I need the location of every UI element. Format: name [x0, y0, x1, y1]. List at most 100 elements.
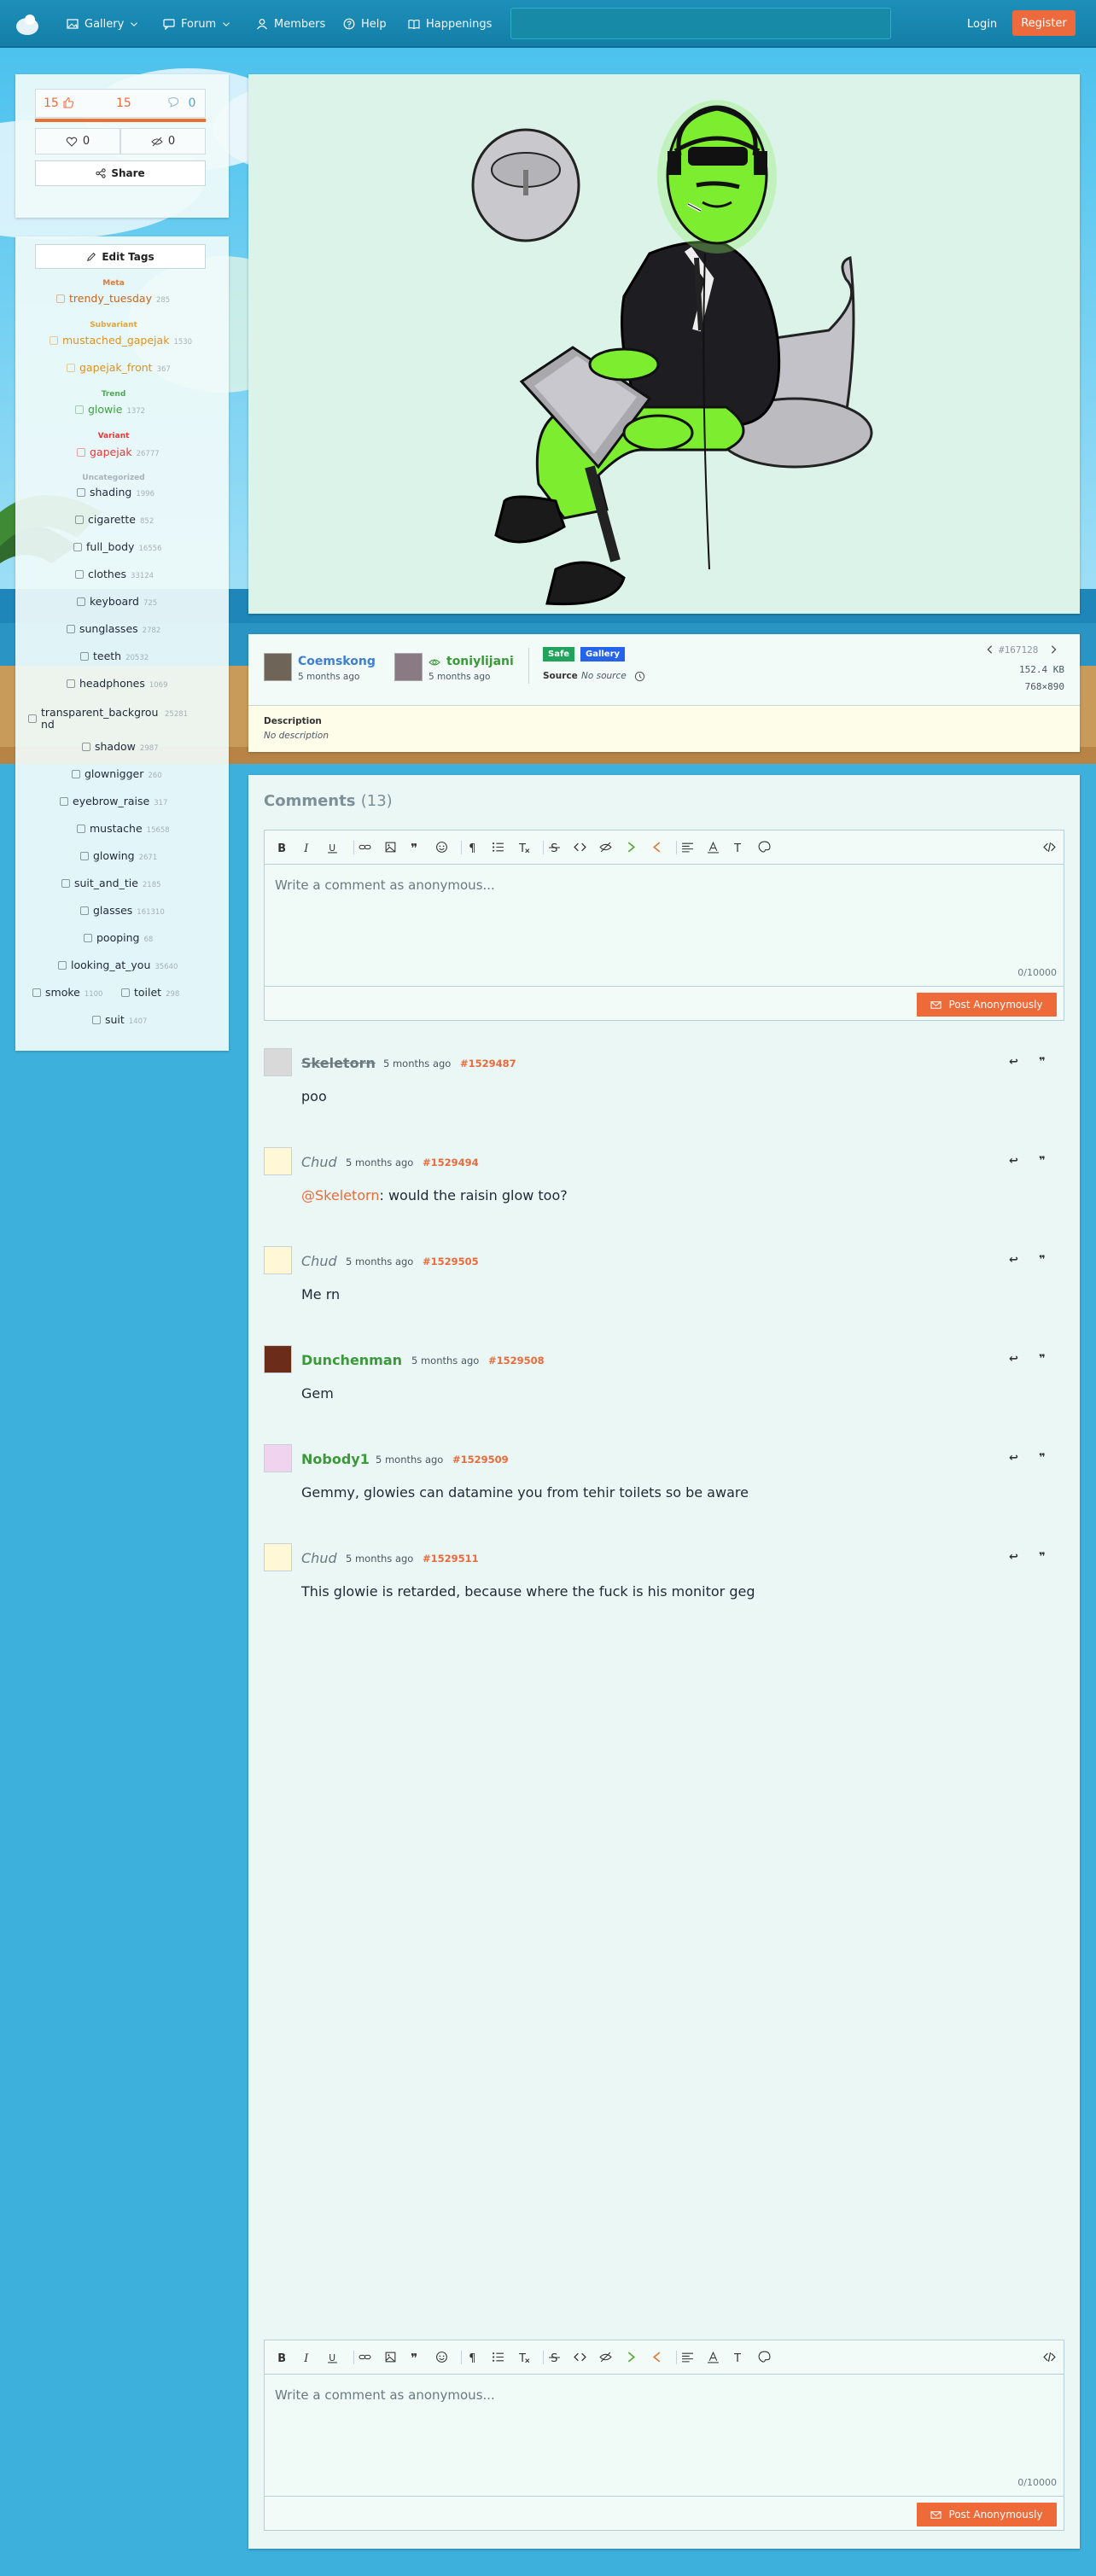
quote-icon[interactable]: ❞ [1039, 1056, 1046, 1069]
underline-icon[interactable]: U [326, 841, 339, 854]
tag-mustached-gapejak[interactable]: mustached_gapejak 1530 [50, 334, 192, 347]
tag-shading[interactable]: shading 1996 [77, 486, 154, 498]
image-icon[interactable] [384, 2351, 397, 2363]
comment-avatar[interactable] [264, 1345, 292, 1373]
greentext-icon[interactable] [625, 2351, 638, 2363]
link-icon[interactable] [359, 841, 371, 854]
nav-happenings[interactable]: Happenings [408, 0, 492, 48]
chevron-left-icon[interactable] [985, 644, 995, 655]
color-picker-icon[interactable] [758, 2351, 771, 2363]
greentext-icon[interactable] [625, 841, 638, 854]
tag-full-body[interactable]: full_body 16556 [73, 540, 161, 553]
align-icon[interactable] [681, 841, 694, 854]
tag-glasses[interactable]: glasses 161310 [80, 904, 165, 917]
favorite-button[interactable]: 0 [35, 128, 120, 154]
reply-icon[interactable]: ↩ [1009, 1551, 1018, 1564]
tag-suit-and-tie[interactable]: suit_and_tie 2185 [61, 877, 161, 889]
tag-toilet[interactable]: toilet 298 [121, 986, 179, 999]
tag-trendy-tuesday[interactable]: trendy_tuesday 285 [56, 292, 170, 305]
comment-author[interactable]: Nobody1 [301, 1451, 370, 1467]
bold-icon[interactable]: B [275, 2351, 288, 2363]
tag-looking-at-you[interactable]: looking_at_you 35640 [58, 959, 178, 971]
artist-name[interactable]: toniylijani [446, 655, 514, 668]
comment-id-link[interactable]: #1529509 [452, 1454, 509, 1466]
share-button[interactable]: Share [35, 160, 206, 186]
uploader-avatar[interactable] [264, 653, 292, 681]
clear-format-icon[interactable]: T [517, 2351, 530, 2363]
comment-textarea[interactable]: Write a comment as anonymous... 0/10000 [265, 865, 1064, 985]
tag-eyebrow-raise[interactable]: eyebrow_raise 317 [60, 795, 167, 807]
quote-icon[interactable]: ❞ [410, 2351, 423, 2363]
login-link[interactable]: Login [967, 12, 997, 36]
comment-id-link[interactable]: #1529487 [460, 1058, 516, 1069]
clear-format-icon[interactable]: T [517, 841, 530, 854]
text-size-icon[interactable]: T [732, 2351, 745, 2363]
comment-avatar[interactable] [264, 1246, 292, 1274]
align-icon[interactable] [681, 2351, 694, 2363]
quote-icon[interactable]: ❞ [410, 841, 423, 854]
nav-members[interactable]: Members [256, 0, 325, 48]
reply-icon[interactable]: ↩ [1009, 1353, 1018, 1366]
tag-mustache[interactable]: mustache 15658 [77, 822, 170, 835]
highlight-icon[interactable] [707, 841, 720, 854]
list-icon[interactable] [492, 2351, 504, 2363]
comment-id-link[interactable]: #1529505 [423, 1256, 479, 1268]
search-input[interactable] [510, 8, 891, 39]
tag-gapejak-front[interactable]: gapejak_front 367 [67, 361, 171, 374]
quote-icon[interactable]: ❞ [1039, 1353, 1046, 1366]
register-button[interactable]: Register [1012, 10, 1076, 36]
reply-icon[interactable]: ↩ [1009, 1452, 1018, 1465]
reply-icon[interactable]: ↩ [1009, 1254, 1018, 1267]
strikethrough-icon[interactable]: S [548, 2351, 561, 2363]
italic-icon[interactable]: I [300, 2351, 313, 2363]
comment-author[interactable]: Chud [301, 1550, 337, 1566]
emoji-icon[interactable] [435, 841, 448, 854]
tag-smoke[interactable]: smoke 1100 [32, 986, 102, 999]
comment-avatar[interactable] [264, 1543, 292, 1571]
hide-button[interactable]: 0 [120, 128, 206, 154]
bold-icon[interactable]: B [275, 841, 288, 854]
artist-avatar[interactable] [394, 653, 423, 681]
italic-icon[interactable]: I [300, 841, 313, 854]
gallery-badge[interactable]: Gallery [580, 647, 626, 661]
link-icon[interactable] [359, 2351, 371, 2363]
underline-icon[interactable]: U [326, 2351, 339, 2363]
comment-mention[interactable]: @Skeletorn [301, 1187, 379, 1203]
spoiler-icon[interactable] [599, 2351, 612, 2363]
nav-help[interactable]: Help [343, 0, 387, 48]
comment-id-link[interactable]: #1529511 [423, 1553, 479, 1565]
emoji-icon[interactable] [435, 2351, 448, 2363]
site-logo-icon[interactable] [15, 12, 40, 36]
tag-teeth[interactable]: teeth 20532 [80, 650, 149, 662]
quote-icon[interactable]: ❞ [1039, 1254, 1046, 1267]
nav-forum[interactable]: Forum [163, 0, 230, 48]
tag-headphones[interactable]: headphones 1069 [67, 677, 167, 690]
tag-glownigger[interactable]: glownigger 260 [72, 767, 162, 780]
upvote-button[interactable]: 15 [44, 96, 74, 110]
edit-tags-button[interactable]: Edit Tags [35, 244, 206, 269]
comment-author[interactable]: Chud [301, 1154, 337, 1170]
tag-keyboard[interactable]: keyboard 725 [77, 595, 157, 608]
comment-avatar[interactable] [264, 1444, 292, 1472]
tag-clothes[interactable]: clothes 33124 [75, 568, 154, 580]
tag-pooping[interactable]: pooping 68 [84, 931, 153, 944]
comment-avatar[interactable] [264, 1147, 292, 1175]
nav-gallery[interactable]: Gallery [67, 0, 138, 48]
quote-icon[interactable]: ❞ [1039, 1452, 1046, 1465]
paragraph-icon[interactable]: ¶ [466, 2351, 479, 2363]
tag-shadow[interactable]: shadow 2987 [82, 740, 159, 753]
source-code-icon[interactable] [1043, 2351, 1056, 2363]
orangetext-icon[interactable] [650, 841, 663, 854]
reply-icon[interactable]: ↩ [1009, 1056, 1018, 1069]
tag-cigarette[interactable]: cigarette 852 [75, 513, 154, 526]
post-anonymously-button[interactable]: Post Anonymously [917, 2503, 1057, 2526]
comment-textarea[interactable]: Write a comment as anonymous... 0/10000 [265, 2375, 1064, 2495]
highlight-icon[interactable] [707, 2351, 720, 2363]
comment-id-link[interactable]: #1529494 [423, 1157, 479, 1169]
list-icon[interactable] [492, 841, 504, 854]
orangetext-icon[interactable] [650, 2351, 663, 2363]
comment-author[interactable]: Skeletorn [301, 1055, 376, 1071]
tag-glowing[interactable]: glowing 2671 [80, 849, 157, 862]
code-icon[interactable] [574, 841, 586, 854]
comment-author[interactable]: Chud [301, 1253, 337, 1269]
